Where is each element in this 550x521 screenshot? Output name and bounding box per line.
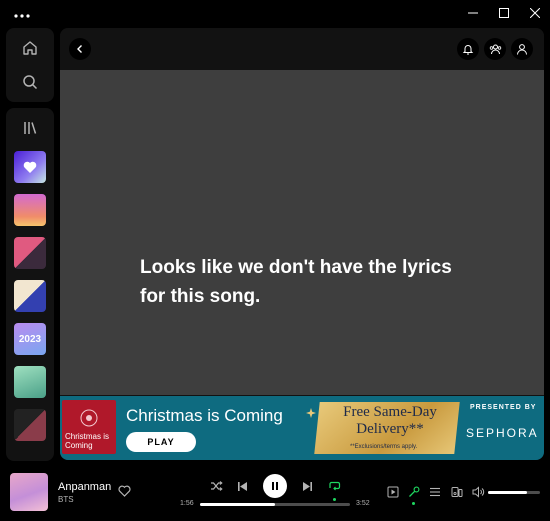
- like-button[interactable]: [118, 484, 131, 502]
- total-duration: 3:52: [356, 500, 370, 507]
- ad-fine-print: **Exclusions/terms apply.: [350, 444, 418, 450]
- star-icon: [306, 408, 316, 418]
- search-icon[interactable]: [18, 70, 42, 94]
- ad-thumbnail-caption: Christmas is Coming: [65, 432, 110, 450]
- device-icon: [451, 487, 463, 497]
- lyrics-button[interactable]: [406, 484, 422, 500]
- volume-slider[interactable]: [488, 491, 540, 494]
- skip-previous-icon: [237, 481, 247, 491]
- sidebar-item-playlist-green[interactable]: [14, 366, 46, 398]
- skip-next-icon: [302, 481, 312, 491]
- main-header: [60, 28, 544, 70]
- sidebar-item-playlist-2023[interactable]: 2023: [14, 323, 46, 355]
- sidebar-library: 2023: [6, 108, 54, 461]
- ad-play-button[interactable]: PLAY: [126, 432, 196, 452]
- minimize-icon[interactable]: [458, 4, 488, 22]
- home-icon[interactable]: [18, 36, 42, 60]
- now-playing-cover[interactable]: [10, 473, 48, 511]
- microphone-icon: [409, 486, 420, 497]
- notifications-button[interactable]: [457, 38, 479, 60]
- maximize-icon[interactable]: [489, 4, 519, 22]
- player-bar: Anpanman BTS 1:56 3:52: [0, 462, 550, 521]
- lyrics-active-indicator: [412, 502, 415, 505]
- playlist-2023-label: 2023: [18, 333, 42, 345]
- ad-banner[interactable]: Christmas is Coming Christmas is Coming …: [60, 396, 544, 460]
- volume-fill: [488, 491, 527, 494]
- bell-icon: [462, 45, 474, 55]
- progress-bar[interactable]: [200, 503, 350, 506]
- sidebar-item-playlist-collage-2[interactable]: [14, 280, 46, 312]
- previous-button[interactable]: [232, 476, 252, 496]
- ad-thumbnail: Christmas is Coming: [62, 400, 116, 454]
- ad-brand-logo: SEPHORA: [466, 426, 539, 440]
- elapsed-time: 1:56: [180, 500, 194, 507]
- sidebar-item-playlist-pink[interactable]: [14, 194, 46, 226]
- ad-offer-text: Free Same-Day Delivery**: [343, 404, 437, 437]
- now-playing-title[interactable]: Anpanman: [58, 481, 111, 493]
- profile-button[interactable]: [511, 38, 533, 60]
- now-playing-view-icon: [387, 486, 399, 498]
- shuffle-icon: [210, 481, 223, 491]
- volume-icon: [472, 486, 484, 498]
- sidebar-item-liked-songs[interactable]: [14, 151, 46, 183]
- now-playing-view-button[interactable]: [385, 484, 401, 500]
- close-icon[interactable]: [520, 4, 550, 22]
- heart-filled-icon: [23, 161, 37, 173]
- pause-button[interactable]: [263, 474, 287, 498]
- friend-activity-button[interactable]: [484, 38, 506, 60]
- ad-title: Christmas is Coming: [126, 406, 283, 425]
- back-button[interactable]: [69, 38, 91, 60]
- sidebar-nav: [6, 28, 54, 102]
- chevron-left-icon: [77, 45, 82, 53]
- no-lyrics-message: Looks like we don't have the lyrics for …: [140, 257, 452, 307]
- repeat-active-indicator: [333, 498, 336, 501]
- library-icon[interactable]: [18, 116, 42, 140]
- main-panel: Looks like we don't have the lyrics for …: [60, 28, 544, 460]
- more-horizontal-icon[interactable]: [14, 6, 32, 24]
- queue-button[interactable]: [427, 484, 443, 500]
- now-playing-artist[interactable]: BTS: [58, 495, 74, 504]
- next-button[interactable]: [297, 476, 317, 496]
- user-icon: [517, 44, 527, 55]
- friends-icon: [489, 44, 501, 55]
- pause-icon: [272, 482, 278, 490]
- sidebar-item-playlist-collage-3[interactable]: [14, 409, 46, 441]
- shuffle-button[interactable]: [206, 476, 226, 496]
- repeat-icon: [328, 481, 340, 491]
- heart-icon: [118, 485, 131, 497]
- queue-icon: [430, 487, 440, 497]
- repeat-button[interactable]: [324, 476, 344, 496]
- mute-button[interactable]: [470, 484, 486, 500]
- connect-device-button[interactable]: [449, 484, 465, 500]
- sidebar-item-playlist-collage-1[interactable]: [14, 237, 46, 269]
- title-bar: [0, 0, 550, 28]
- progress-fill: [200, 503, 275, 506]
- ad-presented-by: PRESENTED BY: [470, 404, 537, 411]
- lyrics-view: Looks like we don't have the lyrics for …: [60, 70, 544, 395]
